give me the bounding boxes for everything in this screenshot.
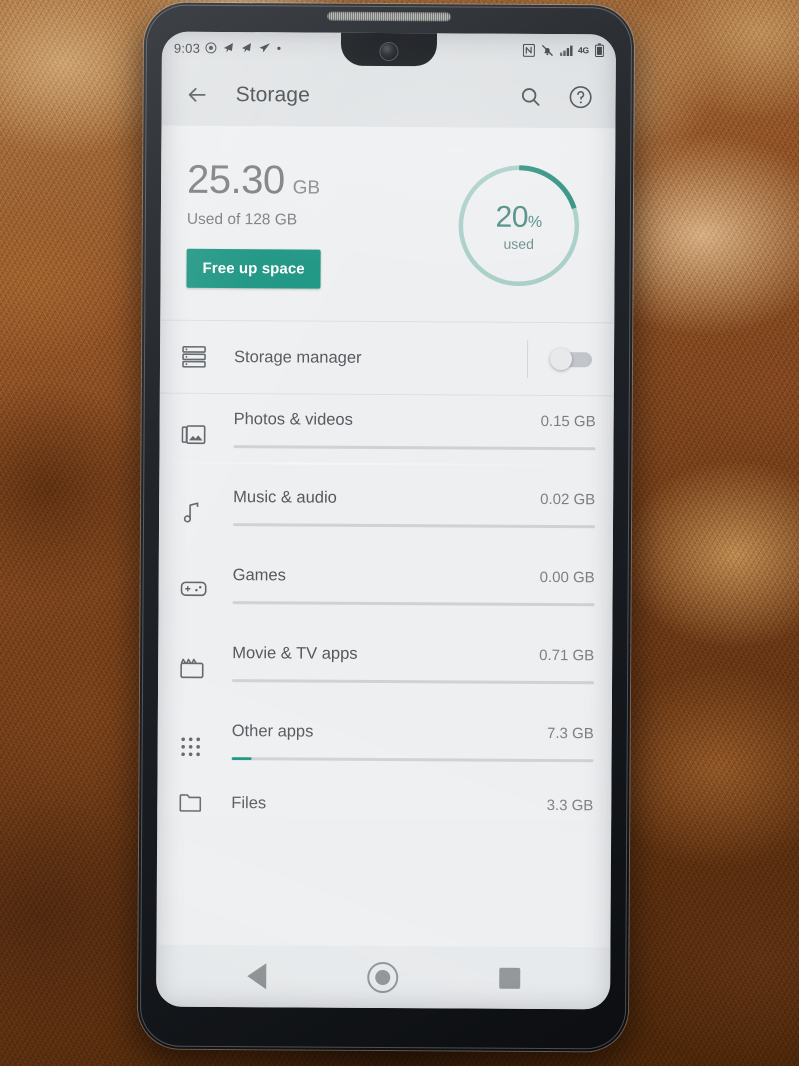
list-item[interactable]: Games 0.00 GB [158, 550, 612, 631]
nav-back-icon [246, 963, 266, 990]
list-item-body: Games 0.00 GB [227, 566, 595, 607]
summary-text-block: 25.30 GB Used of 128 GB Free up space [186, 152, 453, 290]
telegram-arrow-icon [240, 42, 253, 54]
waterdrop-notch [340, 31, 438, 67]
free-up-space-button[interactable]: Free up space [186, 248, 321, 289]
list-item-size: 0.00 GB [539, 568, 595, 587]
donut-center-label: 20 % used [452, 159, 585, 292]
storage-summary-card: 25.30 GB Used of 128 GB Free up space 20 [160, 125, 616, 324]
list-item-header: Games 0.00 GB [233, 566, 595, 587]
signal-bars-icon [559, 44, 574, 57]
row-divider [526, 339, 529, 378]
nav-recents-icon [498, 967, 520, 989]
nav-back-button[interactable] [246, 963, 266, 990]
music-icon [181, 488, 227, 524]
usage-bar [233, 445, 596, 451]
files-icon [179, 794, 225, 812]
nfc-icon [522, 43, 536, 57]
apps-grid-icon [180, 722, 226, 758]
list-item-body: Photos & videos 0.15 GB [227, 410, 596, 451]
earpiece-speaker [327, 11, 452, 22]
list-item-header: Photos & videos 0.15 GB [234, 410, 596, 431]
status-bar-left: 9:03 [174, 40, 354, 56]
list-item[interactable]: Files 3.3 GB [157, 784, 611, 821]
list-item-body: Movie & TV apps 0.71 GB [226, 644, 595, 685]
movies-icon [180, 644, 226, 680]
network-type-label: 4G [577, 45, 589, 56]
donut-percent-line: 20 % [495, 200, 542, 234]
used-amount-line: 25.30 GB [186, 157, 453, 203]
nav-home-button[interactable] [366, 961, 398, 993]
list-item-body: Other apps 7.3 GB [226, 722, 594, 763]
list-item[interactable]: Other apps 7.3 GB [157, 706, 611, 787]
usage-bar [232, 679, 595, 685]
nav-home-icon [366, 961, 398, 993]
list-item-header: Movie & TV apps 0.71 GB [232, 644, 594, 665]
page-title: Storage [235, 83, 310, 107]
games-icon [180, 566, 227, 598]
dnd-circle-icon [205, 42, 217, 54]
list-item-label: Games [232, 566, 286, 585]
nav-recents-button[interactable] [498, 967, 520, 989]
list-item[interactable]: Music & audio 0.02 GB [159, 472, 613, 553]
list-item-size: 3.3 GB [546, 796, 594, 815]
list-item-header: Files 3.3 GB [231, 794, 593, 815]
back-button[interactable] [180, 78, 214, 112]
front-camera-icon [380, 42, 398, 61]
list-item-size: 0.02 GB [540, 490, 596, 509]
donut-percent-value: 20 [495, 200, 529, 234]
arrow-back-icon [188, 87, 206, 102]
usage-bar-fill [231, 757, 252, 761]
battery-icon [594, 43, 604, 58]
phone-device: 9:03 4G Storage 25.30 GB Used of 128 GB … [137, 2, 635, 1052]
telegram-arrow-icon [222, 42, 235, 54]
list-item-label: Movie & TV apps [232, 644, 358, 663]
system-navigation-bar [156, 944, 611, 1010]
toggle-knob [549, 347, 573, 371]
list-item-header: Other apps 7.3 GB [232, 722, 594, 743]
storage-category-list: Photos & videos 0.15 GB Music & audio 0.… [157, 393, 614, 821]
storage-manager-toggle[interactable] [549, 347, 596, 371]
status-time: 9:03 [173, 40, 201, 56]
used-of-total-label: Used of 128 GB [186, 210, 298, 229]
usage-bar [232, 601, 595, 607]
list-item-size: 0.71 GB [539, 646, 595, 665]
nav-home-dot [374, 969, 390, 985]
help-button[interactable] [564, 80, 598, 114]
list-item-body: Music & audio 0.02 GB [227, 488, 596, 529]
search-icon [521, 88, 540, 106]
storage-manager-row[interactable]: Storage manager [159, 320, 615, 397]
photos-icon [181, 410, 227, 446]
help-circle-icon [569, 86, 592, 109]
list-item-size: 7.3 GB [546, 724, 594, 743]
storage-manager-icon [182, 345, 228, 368]
list-item-label: Other apps [231, 722, 314, 741]
vibrate-off-icon [541, 43, 554, 56]
status-bar-right: 4G [522, 43, 604, 58]
donut-subtitle: used [503, 235, 534, 252]
photo-scene: 9:03 4G Storage 25.30 GB Used of 128 GB … [0, 0, 799, 1066]
list-item-label: Files [231, 794, 267, 813]
list-item-size: 0.15 GB [540, 412, 596, 431]
phone-screen: 9:03 4G Storage 25.30 GB Used of 128 GB … [156, 31, 617, 1010]
usage-bar [233, 523, 596, 529]
search-button[interactable] [514, 80, 548, 114]
used-amount-unit: GB [292, 177, 321, 199]
send-arrow-icon [258, 42, 271, 54]
used-amount-value: 25.30 [186, 157, 285, 203]
list-item[interactable]: Photos & videos 0.15 GB [159, 394, 613, 475]
storage-manager-label: Storage manager [233, 347, 362, 367]
usage-bar [231, 757, 594, 763]
list-item-label: Music & audio [233, 488, 337, 507]
app-bar-spacer [326, 96, 498, 97]
donut-percent-symbol: % [527, 213, 543, 231]
app-bar: Storage [161, 63, 616, 129]
list-item[interactable]: Movie & TV apps 0.71 GB [158, 628, 612, 709]
list-item-header: Music & audio 0.02 GB [233, 488, 595, 509]
list-item-body: Files 3.3 GB [225, 794, 593, 815]
storage-donut-chart: 20 % used [452, 159, 585, 292]
list-item-label: Photos & videos [233, 410, 353, 429]
dot-icon [276, 45, 282, 51]
